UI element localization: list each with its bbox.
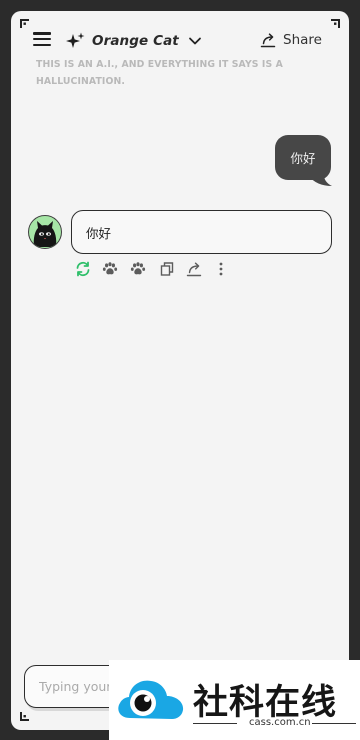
share-label: Share: [283, 32, 322, 48]
disclaimer-text: THIS IS AN A.I., AND EVERYTHING IT SAYS …: [36, 59, 283, 87]
more-icon[interactable]: [217, 261, 225, 277]
bot-message-bubble: 你好: [71, 210, 332, 254]
paw-icon[interactable]: [102, 261, 118, 277]
watermark-logo-icon: [118, 680, 184, 719]
watermark: 社科在线 cass.com.cn: [109, 660, 360, 740]
paw-icon[interactable]: [130, 261, 146, 277]
sparkle-icon: [66, 32, 85, 48]
bot-message-text: 你好: [86, 225, 112, 241]
share-icon[interactable]: [186, 261, 202, 277]
avatar[interactable]: [28, 215, 62, 249]
black-cat-icon: [33, 221, 57, 247]
divider: [312, 723, 356, 724]
hamburger-icon: [33, 32, 51, 35]
chevron-down-icon: [188, 37, 201, 45]
share-button[interactable]: Share: [260, 32, 322, 48]
menu-button[interactable]: [33, 32, 51, 48]
corner-bracket-icon: [20, 711, 30, 721]
bubble-tail-icon: [308, 175, 332, 186]
model-name: Orange Cat: [92, 33, 179, 49]
chat-screen: Orange Cat Share THIS IS AN A.I., AND EV…: [11, 11, 349, 730]
watermark-url: cass.com.cn: [249, 717, 311, 728]
model-selector[interactable]: Orange Cat: [66, 30, 202, 52]
regenerate-icon[interactable]: [75, 261, 91, 277]
user-message-text: 你好: [290, 151, 316, 166]
user-message-bubble: 你好: [275, 135, 331, 180]
copy-icon[interactable]: [159, 261, 175, 277]
share-icon: [260, 33, 276, 48]
divider: [193, 723, 237, 724]
